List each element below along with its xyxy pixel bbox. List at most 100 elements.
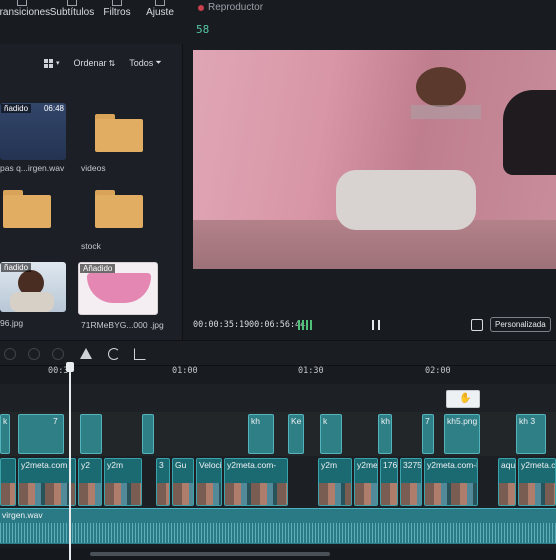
clip-filmstrip	[105, 483, 141, 505]
clip-label: Velocid	[199, 460, 222, 470]
folder-body	[95, 195, 143, 228]
clip-label: Gu	[175, 460, 187, 470]
ruler-tick: 01:30	[298, 366, 324, 376]
preview-person-head	[416, 67, 466, 107]
fps-readout: 58	[196, 23, 210, 36]
playhead-line[interactable]	[69, 363, 71, 560]
filter-button[interactable]: Todos ⏷	[129, 58, 161, 68]
player-title: Reproductor	[198, 2, 263, 13]
delete-icon[interactable]	[52, 348, 64, 360]
media-item-image[interactable]: ñadido	[0, 262, 66, 312]
clip-label: 3	[159, 460, 164, 470]
timeline-clip-video[interactable]: 3275	[400, 458, 422, 506]
clip-filmstrip	[157, 483, 169, 505]
view-toggle[interactable]: ▾	[44, 58, 60, 68]
current-timecode: 00:00:35:19	[193, 320, 250, 330]
clip-filmstrip	[173, 483, 193, 505]
clip-label: 3275	[403, 460, 422, 470]
clip-filmstrip	[197, 483, 221, 505]
timeline-clip-image[interactable]: k	[0, 414, 10, 454]
timeline-clip-image[interactable]: 7	[18, 414, 64, 454]
grid-view-icon	[44, 58, 53, 68]
clip-filmstrip	[19, 483, 75, 505]
timeline-clip-video[interactable]: 3	[156, 458, 170, 506]
timeline-clip-video[interactable]: y2meta.com-	[224, 458, 288, 506]
clip-label: kh	[251, 416, 260, 426]
quality-icon[interactable]	[298, 320, 312, 330]
toolbar-adjust[interactable]: Ajuste	[140, 0, 180, 28]
timeline-clip-video[interactable]: y2meta.com	[18, 458, 76, 506]
media-item-label: 96.jpg	[0, 318, 24, 328]
clip-filmstrip	[499, 483, 515, 505]
media-toolbar: ▾ Ordenar ⇅ Todos ⏷	[44, 58, 162, 68]
timeline-clip-image[interactable]: Ke	[288, 414, 304, 454]
timeline-clip-video[interactable]: y2meta.co	[518, 458, 556, 506]
media-item-label: 71RMeBYG...000 .jpg	[81, 320, 164, 330]
media-item-image[interactable]: Añadido	[78, 262, 158, 315]
timeline-clip-video[interactable]: y2m	[318, 458, 352, 506]
timeline-clip-image[interactable]	[80, 414, 102, 454]
timeline-clip-video[interactable]: aqu	[498, 458, 516, 506]
timeline-scrollbar[interactable]	[0, 548, 556, 560]
snapshot-icon[interactable]	[471, 319, 483, 331]
person-photo-body	[10, 292, 54, 312]
audio-waveform	[0, 523, 556, 543]
preview-shirt-print	[411, 105, 481, 119]
timeline-clip-video[interactable]	[0, 458, 16, 506]
timeline-clip-video[interactable]: y2m	[104, 458, 142, 506]
clip-label: y2meta.com-	[227, 460, 277, 470]
timeline-clip-video[interactable]: y2	[78, 458, 102, 506]
clip-filmstrip	[401, 483, 421, 505]
timeline-clip-video[interactable]: Gu	[172, 458, 194, 506]
timeline-clip-image[interactable]: kh 3	[516, 414, 546, 454]
toolbar-transitions[interactable]: Transiciones	[0, 0, 50, 28]
timeline-clip-sticker[interactable]: ✋	[446, 390, 480, 408]
timeline-ruler[interactable]: 00:3 01:00 01:30 02:00	[0, 366, 556, 382]
redo-icon[interactable]	[28, 348, 40, 360]
clip-label: y2meta.co	[521, 460, 556, 470]
timeline-clip-video[interactable]: y2meta.com-N	[424, 458, 478, 506]
toolbar-label: Transiciones	[0, 7, 51, 18]
hand-icon: ✋	[459, 393, 472, 404]
player-controls: 00:00:35:19 00:06:56:44 Personalizada	[190, 311, 556, 339]
clip-filmstrip	[319, 483, 351, 505]
view-mode-button[interactable]: Personalizada	[490, 317, 551, 332]
audio-clip-label: virgen.wav	[2, 510, 43, 520]
timeline-clip-audio[interactable]: virgen.wav	[0, 508, 556, 544]
toolbar-label: Subtítulos	[49, 7, 95, 18]
clip-filmstrip	[79, 483, 101, 505]
timeline-clip-image[interactable]: kh5.png	[444, 414, 480, 454]
timeline-clip-video[interactable]: 176	[380, 458, 398, 506]
sort-button[interactable]: Ordenar ⇅	[74, 58, 116, 68]
clip-label: y2m	[321, 460, 338, 470]
timeline-clip-image[interactable]: 7	[422, 414, 434, 454]
rotate-icon[interactable]	[108, 348, 120, 360]
adjust-icon	[155, 0, 165, 6]
split-icon[interactable]	[80, 348, 92, 359]
media-item-audio[interactable]: ñadido 06:48	[0, 103, 66, 160]
folder-videos[interactable]	[95, 114, 143, 152]
toolbar-subtitles[interactable]: Subtítulos	[50, 0, 94, 28]
scrollbar-thumb[interactable]	[90, 552, 330, 556]
clip-label: y2meta.com-N	[427, 460, 478, 470]
total-timecode: 00:06:56:44	[249, 320, 306, 330]
added-badge: ñadido	[1, 104, 32, 113]
timeline-clip-image[interactable]: k	[320, 414, 342, 454]
timeline-clip-image[interactable]: kh	[248, 414, 274, 454]
crop-icon[interactable]	[134, 348, 146, 360]
video-preview[interactable]	[193, 50, 556, 269]
timeline-clip-image[interactable]: kh	[378, 414, 392, 454]
clip-label: k	[323, 416, 328, 426]
folder-item[interactable]	[3, 190, 51, 228]
clip-label: 176	[383, 460, 398, 470]
timeline-clip-video[interactable]: Velocid	[196, 458, 222, 506]
toolbar-label: Filtros	[103, 7, 131, 18]
toolbar-filters[interactable]: Filtros	[100, 0, 134, 28]
timeline-clip-image[interactable]	[142, 414, 154, 454]
undo-icon[interactable]	[4, 348, 16, 360]
player-title-text: Reproductor	[208, 2, 264, 13]
pause-button[interactable]	[372, 320, 380, 330]
playhead-handle[interactable]	[66, 362, 74, 372]
timeline-clip-video[interactable]: y2me	[354, 458, 378, 506]
folder-stock[interactable]	[95, 190, 143, 228]
